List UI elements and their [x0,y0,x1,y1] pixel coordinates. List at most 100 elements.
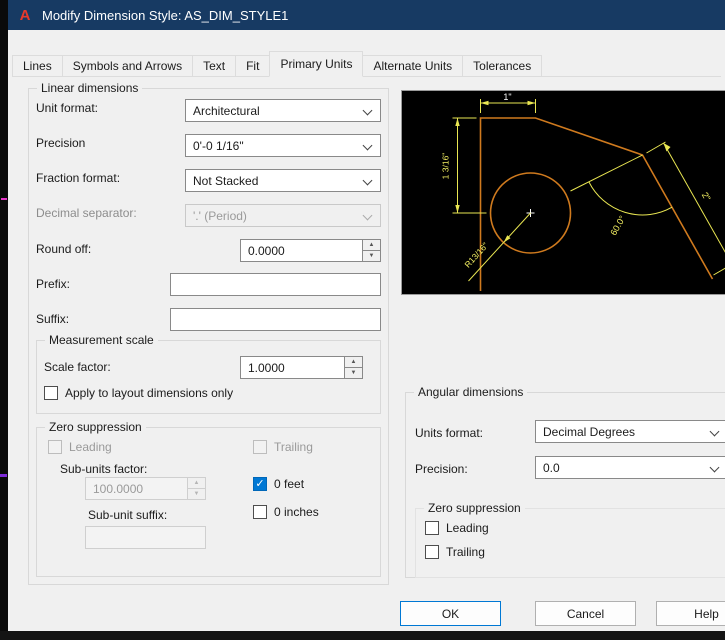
checkbox-icon [253,440,267,454]
round-off-label: Round off: [36,242,92,256]
angular-zero-suppression-group: Zero suppression [415,501,725,578]
prefix-input[interactable] [170,273,381,296]
angular-units-format-label: Units format: [415,426,484,440]
dimension-arrow-icon [455,118,460,126]
dim-left-text: 1 3/16" [441,153,451,180]
help-button[interactable]: Help [656,601,725,626]
checkbox-icon [425,545,439,559]
spin-up-button [188,478,205,489]
preview-left-dimension [452,117,487,214]
prefix-label: Prefix: [36,277,71,291]
dimension-arrow-icon [663,143,671,152]
trailing-checkbox: Trailing [253,440,313,454]
fraction-format-combo[interactable]: Not Stacked [185,169,381,192]
scale-factor-label: Scale factor: [44,360,111,374]
zero-feet-checkbox[interactable]: 0 feet [253,477,304,491]
dim-right-text: 2" [700,190,713,202]
unit-format-combo[interactable]: Architectural [185,99,381,122]
sub-units-factor-spinner: 100.0000 [85,477,206,500]
precision-value: 0'-0 1/16" [193,138,244,153]
angular-units-format-combo[interactable]: Decimal Degrees [535,420,725,443]
apply-layout-label: Apply to layout dimensions only [65,386,234,400]
style-preview-image: 1" 1 3/16" 2" 60.0° R13/16" [441,92,725,291]
dialog-titlebar[interactable]: A Modify Dimension Style: AS_DIM_STYLE1 [8,0,725,30]
angular-zero-suppression-label: Zero suppression [424,501,525,515]
dim-top-text: 1" [503,92,511,102]
spin-down-button [188,489,205,499]
spin-up-button[interactable] [345,357,362,368]
angular-precision-label: Precision: [415,462,468,476]
tab-primary-units[interactable]: Primary Units [269,51,364,77]
angular-units-format-value: Decimal Degrees [543,424,636,439]
decimal-separator-value: '.' (Period) [193,208,247,223]
fraction-format-value: Not Stacked [193,173,259,188]
unit-format-value: Architectural [193,103,260,118]
sub-unit-suffix-input [85,526,206,549]
precision-combo[interactable]: 0'-0 1/16" [185,134,381,157]
suffix-input[interactable] [170,308,381,331]
preview-shape-outline [479,117,714,291]
leading-label: Leading [69,440,112,454]
chevron-down-icon [709,426,720,437]
ok-button[interactable]: OK [400,601,501,626]
checkbox-icon [48,440,62,454]
angle-arc [588,181,673,216]
sub-unit-suffix-label: Sub-unit suffix: [88,508,168,522]
canvas-background-strip [0,631,725,640]
zero-inches-label: 0 inches [274,505,319,519]
preview-right-dimension [646,141,725,276]
sub-units-factor-label: Sub-units factor: [60,462,148,476]
chevron-down-icon [362,210,373,221]
chevron-down-icon [362,175,373,186]
angular-precision-combo[interactable]: 0.0 [535,456,725,479]
spin-down-button[interactable] [363,251,380,261]
sub-units-factor-value: 100.0000 [93,481,144,496]
chevron-down-icon [362,140,373,151]
tab-strip: Lines Symbols and Arrows Text Fit Primar… [12,51,721,77]
angular-trailing-label: Trailing [446,545,485,559]
angle-ray-line [570,154,643,192]
chevron-down-icon [362,105,373,116]
tab-tolerances[interactable]: Tolerances [462,55,543,76]
tab-text[interactable]: Text [192,55,237,76]
chevron-down-icon [709,462,720,473]
spin-up-button[interactable] [363,240,380,251]
dimension-arrow-icon [455,205,460,213]
canvas-artifact [0,474,7,477]
checkbox-icon [44,386,58,400]
cancel-button[interactable]: Cancel [535,601,636,626]
suffix-label: Suffix: [36,312,70,326]
checkbox-icon [425,521,439,535]
measurement-scale-group-label: Measurement scale [45,333,158,347]
decimal-separator-combo: '.' (Period) [185,204,381,227]
spin-down-button[interactable] [345,368,362,378]
round-off-spinner[interactable]: 0.0000 [240,239,381,262]
canvas-artifact [1,198,7,200]
apply-layout-checkbox[interactable]: Apply to layout dimensions only [44,386,233,400]
zero-suppression-group-label: Zero suppression [45,420,146,434]
tab-alternate-units[interactable]: Alternate Units [362,55,464,76]
angular-precision-value: 0.0 [543,460,560,475]
dim-radius-text: R13/16" [462,240,490,269]
dim-angle-text: 60.0° [608,214,627,238]
zero-feet-label: 0 feet [274,477,305,491]
checkbox-icon [253,505,267,519]
autocad-logo-icon: A [19,6,31,24]
tab-fit[interactable]: Fit [235,55,271,76]
angular-dimensions-group-label: Angular dimensions [414,385,528,399]
angular-trailing-checkbox[interactable]: Trailing [425,545,485,559]
angular-leading-label: Leading [446,521,489,535]
unit-format-label: Unit format: [36,101,99,115]
scale-factor-spinner[interactable]: 1.0000 [240,356,363,379]
fraction-format-label: Fraction format: [36,171,121,185]
angular-leading-checkbox[interactable]: Leading [425,521,489,535]
trailing-label: Trailing [274,440,313,454]
canvas-background-strip [0,0,8,640]
dimension-style-preview: 1" 1 3/16" 2" 60.0° R13/16" [401,90,725,295]
scale-factor-value: 1.0000 [248,360,285,375]
tab-symbols-and-arrows[interactable]: Symbols and Arrows [61,55,194,76]
zero-inches-checkbox[interactable]: 0 inches [253,505,319,519]
tab-lines[interactable]: Lines [12,55,63,76]
dialog-title: Modify Dimension Style: AS_DIM_STYLE1 [42,7,289,23]
leading-checkbox: Leading [48,440,112,454]
